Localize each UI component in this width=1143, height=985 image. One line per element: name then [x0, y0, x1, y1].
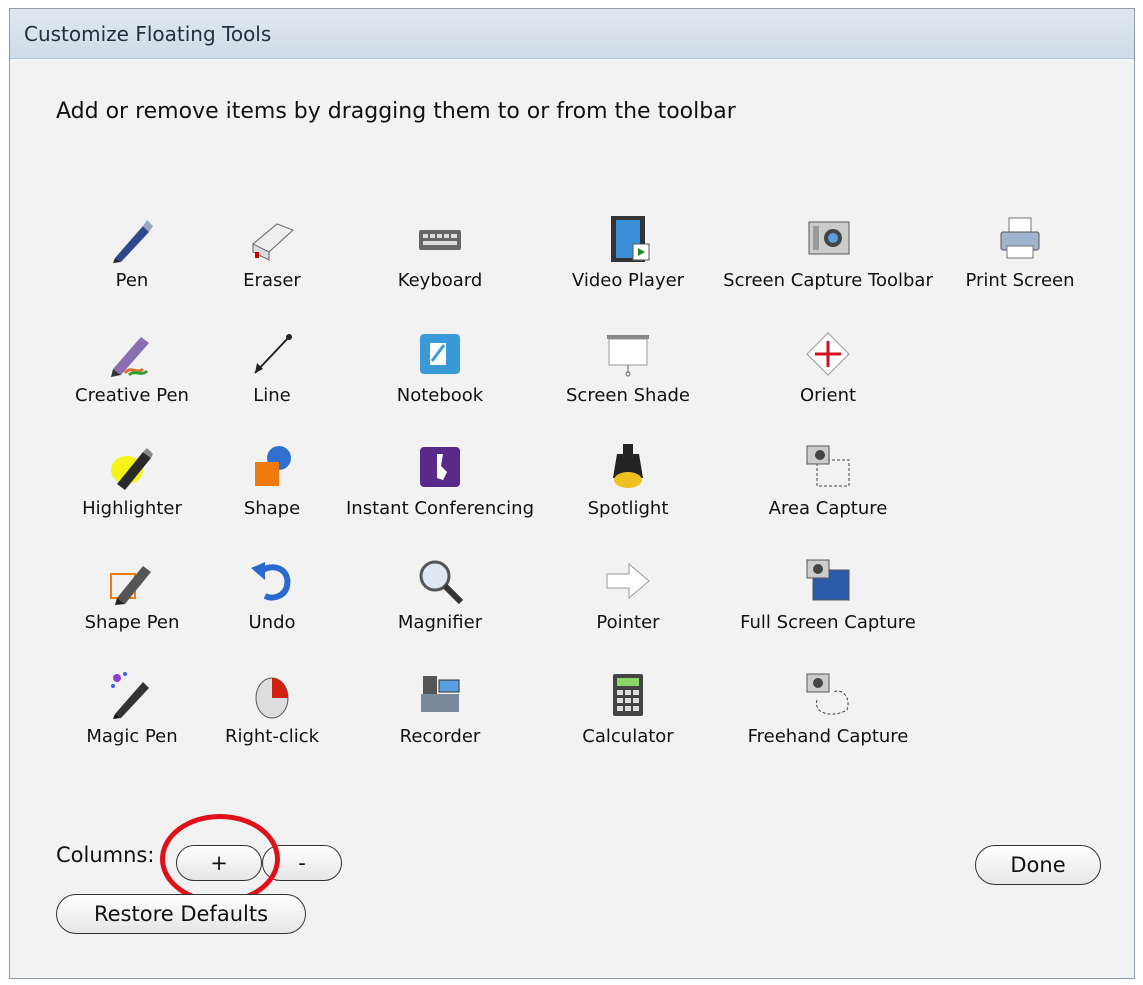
- tool-item[interactable]: Keyboard: [330, 214, 550, 318]
- tool-item[interactable]: Pointer: [518, 556, 738, 660]
- restore-defaults-label: Restore Defaults: [93, 902, 269, 926]
- tool-label: Video Player: [571, 270, 685, 291]
- printer-icon: [995, 214, 1045, 264]
- window-title: Customize Floating Tools: [24, 22, 272, 46]
- title-bar: Customize Floating Tools: [10, 9, 1134, 59]
- tool-item[interactable]: Screen Shade: [518, 329, 738, 433]
- highlight-annotation: [160, 814, 280, 904]
- line-icon: [247, 329, 297, 379]
- creative-pen-icon: [107, 329, 157, 379]
- done-button[interactable]: Done: [975, 845, 1101, 885]
- shape-icon: [247, 442, 297, 492]
- area-capture-icon: [803, 442, 853, 492]
- notebook-icon: [415, 329, 465, 379]
- right-click-icon: [247, 670, 297, 720]
- tool-label: Keyboard: [397, 270, 483, 291]
- pen-icon: [107, 214, 157, 264]
- tool-item[interactable]: Screen Capture Toolbar: [718, 214, 938, 318]
- tool-label: Spotlight: [587, 498, 669, 519]
- conferencing-icon: [415, 442, 465, 492]
- restore-defaults-button[interactable]: Restore Defaults: [56, 894, 306, 934]
- tool-label: Area Capture: [768, 498, 888, 519]
- tool-label: Screen Capture Toolbar: [723, 270, 933, 291]
- keyboard-icon: [415, 214, 465, 264]
- tool-item[interactable]: Recorder: [330, 670, 550, 774]
- tool-item[interactable]: Orient: [718, 329, 938, 433]
- magic-pen-icon: [107, 670, 157, 720]
- tool-label: Magnifier: [397, 612, 483, 633]
- eraser-icon: [247, 214, 297, 264]
- tool-label: Freehand Capture: [747, 726, 909, 747]
- instructions-text: Add or remove items by dragging them to …: [56, 99, 736, 124]
- calculator-icon: [603, 670, 653, 720]
- screen-shade-icon: [603, 329, 653, 379]
- spotlight-icon: [603, 442, 653, 492]
- tool-item[interactable]: Print Screen: [910, 214, 1130, 318]
- tool-label: Notebook: [396, 385, 484, 406]
- tool-label: Full Screen Capture: [740, 612, 916, 633]
- freehand-capture-icon: [803, 670, 853, 720]
- done-label: Done: [1010, 853, 1066, 877]
- minus-label: -: [298, 851, 306, 875]
- tool-label: Instant Conferencing: [346, 498, 534, 519]
- magnifier-icon: [415, 556, 465, 606]
- tool-label: Recorder: [399, 726, 481, 747]
- undo-icon: [247, 556, 297, 606]
- tool-label: Pointer: [596, 612, 660, 633]
- recorder-icon: [415, 670, 465, 720]
- columns-label: Columns:: [56, 843, 155, 867]
- tool-item[interactable]: Magnifier: [330, 556, 550, 660]
- tool-item[interactable]: Area Capture: [718, 442, 938, 546]
- orient-icon: [803, 329, 853, 379]
- pointer-icon: [603, 556, 653, 606]
- camera-icon: [803, 214, 853, 264]
- tool-item[interactable]: Notebook: [330, 329, 550, 433]
- shape-pen-icon: [107, 556, 157, 606]
- video-player-icon: [603, 214, 653, 264]
- tool-label: Screen Shade: [566, 385, 690, 406]
- tool-item[interactable]: Spotlight: [518, 442, 738, 546]
- tool-item[interactable]: Full Screen Capture: [718, 556, 938, 660]
- highlighter-icon: [107, 442, 157, 492]
- tool-label: Calculator: [582, 726, 674, 747]
- tool-label: Orient: [799, 385, 857, 406]
- tool-item[interactable]: Video Player: [518, 214, 738, 318]
- full-screen-capture-icon: [803, 556, 853, 606]
- tool-item[interactable]: Freehand Capture: [718, 670, 938, 774]
- customize-dialog: Customize Floating Tools Add or remove i…: [9, 8, 1135, 979]
- tool-item[interactable]: Instant Conferencing: [330, 442, 550, 546]
- tool-label: Print Screen: [965, 270, 1075, 291]
- tool-item[interactable]: Calculator: [518, 670, 738, 774]
